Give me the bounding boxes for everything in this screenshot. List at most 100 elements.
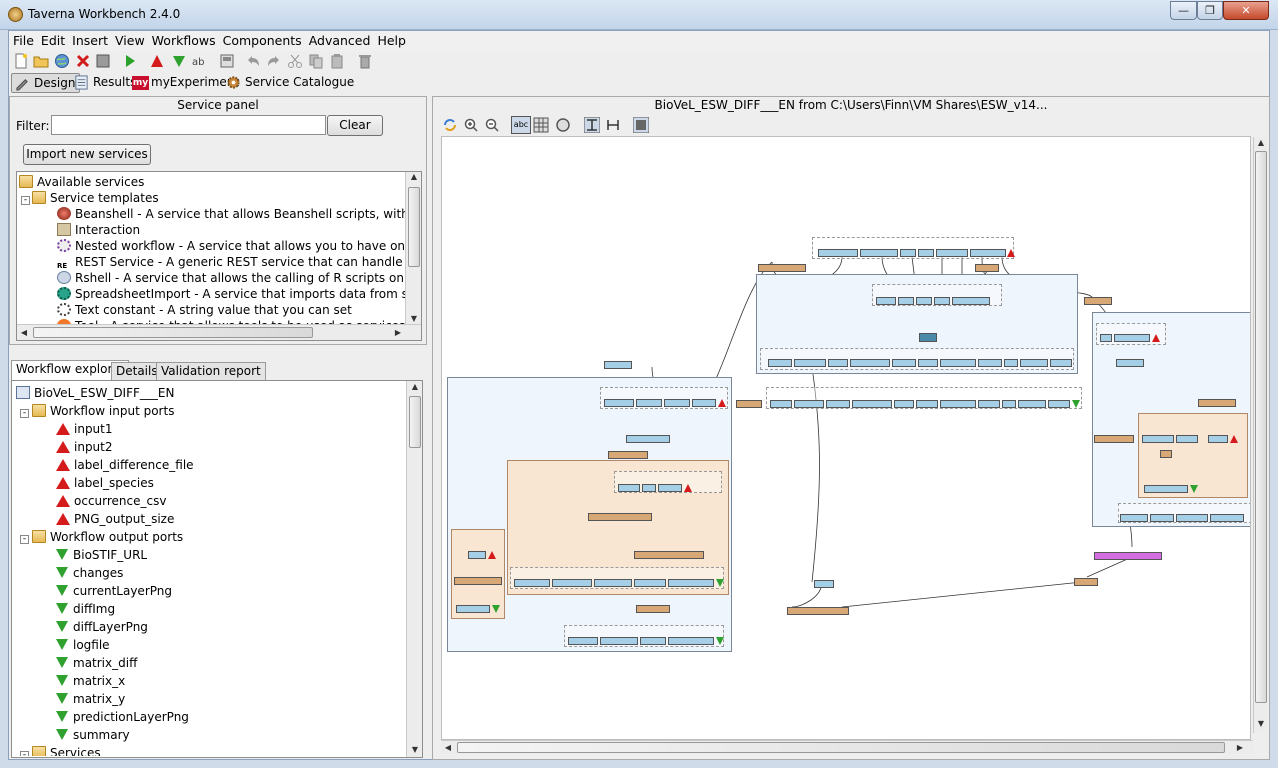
menu-workflows[interactable]: Workflows <box>148 31 219 48</box>
processor-node[interactable] <box>1198 399 1236 407</box>
input-port-node[interactable] <box>658 484 682 492</box>
input-port-node[interactable] <box>1100 334 1112 342</box>
cut-icon[interactable] <box>287 53 303 69</box>
output-port-item[interactable]: matrix_diff <box>56 654 137 672</box>
output-port-item[interactable]: summary <box>56 726 130 744</box>
new-workflow-icon[interactable] <box>13 53 29 69</box>
output-port-node[interactable] <box>1004 359 1018 367</box>
output-port-node[interactable] <box>1150 514 1174 522</box>
scroll-thumb[interactable] <box>1255 151 1267 703</box>
save-icon[interactable] <box>95 53 111 69</box>
explorer-root[interactable]: BioVeL_ESW_DIFF___EN <box>16 384 174 402</box>
input-port-node[interactable] <box>818 249 858 257</box>
processor-node[interactable] <box>1074 578 1098 586</box>
scroll-thumb[interactable] <box>33 327 313 338</box>
input-port-node[interactable] <box>642 484 656 492</box>
processor-node[interactable] <box>736 400 762 408</box>
output-port-node[interactable] <box>918 359 938 367</box>
collapse-icon[interactable]: - <box>20 751 29 756</box>
output-port-item[interactable]: matrix_x <box>56 672 125 690</box>
clear-button[interactable]: Clear <box>327 115 383 136</box>
output-port-node[interactable] <box>916 400 938 408</box>
processor-node[interactable] <box>1094 435 1134 443</box>
output-port-node[interactable] <box>1050 359 1072 367</box>
output-port-item[interactable]: BioSTIF_URL <box>56 546 147 564</box>
input-port-item[interactable]: PNG_output_size <box>56 510 174 528</box>
output-port-node[interactable] <box>894 400 914 408</box>
scroll-thumb[interactable] <box>408 187 420 267</box>
processor-node[interactable] <box>1116 359 1144 367</box>
processor-node[interactable] <box>758 264 806 272</box>
close-button[interactable]: ✕ <box>1223 1 1269 20</box>
copy-icon[interactable] <box>308 53 324 69</box>
input-port-node[interactable] <box>876 297 896 305</box>
processor-node[interactable] <box>975 264 999 272</box>
input-port-node[interactable] <box>636 399 662 407</box>
open-folder-icon[interactable] <box>33 53 49 69</box>
processor-node[interactable] <box>608 451 648 459</box>
output-port-node[interactable] <box>978 400 1000 408</box>
input-port-icon[interactable] <box>149 53 165 69</box>
output-port-node[interactable] <box>1176 514 1208 522</box>
input-port-node[interactable] <box>898 297 914 305</box>
menu-file[interactable]: File <box>9 31 37 48</box>
scroll-right-icon[interactable]: ▶ <box>1235 743 1245 752</box>
input-port-node[interactable] <box>1208 435 1228 443</box>
output-port-node[interactable] <box>634 579 666 587</box>
collapse-icon[interactable]: - <box>21 196 30 205</box>
paste-icon[interactable] <box>329 53 345 69</box>
output-port-node[interactable] <box>940 400 976 408</box>
input-port-node[interactable] <box>604 399 634 407</box>
processor-node[interactable] <box>626 435 670 443</box>
diagram-vscroll[interactable]: ▲ ▼ <box>1253 137 1267 733</box>
processor-node[interactable] <box>1094 552 1162 560</box>
menu-help[interactable]: Help <box>373 31 409 48</box>
input-port-node[interactable] <box>468 551 486 559</box>
input-port-item[interactable]: input2 <box>56 438 113 456</box>
menu-edit[interactable]: Edit <box>37 31 68 48</box>
processor-node[interactable] <box>588 513 652 521</box>
menu-insert[interactable]: Insert <box>68 31 111 48</box>
processor-node[interactable] <box>787 607 849 615</box>
zoom-out-icon[interactable] <box>484 117 500 133</box>
output-port-node[interactable] <box>940 359 976 367</box>
output-port-node[interactable] <box>850 359 890 367</box>
input-port-node[interactable] <box>860 249 898 257</box>
output-port-node[interactable] <box>826 400 850 408</box>
output-port-node[interactable] <box>892 359 916 367</box>
input-port-node[interactable] <box>916 297 932 305</box>
output-port-item[interactable]: logfile <box>56 636 110 654</box>
explorer-input-ports[interactable]: - Workflow input ports <box>20 402 174 420</box>
filter-input[interactable] <box>51 115 326 135</box>
output-port-node[interactable] <box>568 637 598 645</box>
explorer-services[interactable]: - Services <box>20 744 101 756</box>
output-port-item[interactable]: changes <box>56 564 123 582</box>
output-port-node[interactable] <box>1002 400 1016 408</box>
collapse-icon[interactable]: - <box>20 535 29 544</box>
output-port-node[interactable] <box>514 579 550 587</box>
input-port-node[interactable] <box>934 297 950 305</box>
input-port-node[interactable] <box>618 484 640 492</box>
perspective-service-catalogue[interactable]: Service Catalogue <box>223 73 358 93</box>
input-port-node[interactable] <box>952 297 990 305</box>
scroll-up-icon[interactable]: ▲ <box>406 172 421 181</box>
maximize-button[interactable]: ❐ <box>1197 1 1223 20</box>
expand-nested-icon[interactable] <box>633 117 649 133</box>
output-port-node[interactable] <box>852 400 892 408</box>
input-port-node[interactable] <box>664 399 690 407</box>
layout-icon[interactable] <box>219 53 235 69</box>
output-port-node[interactable] <box>794 359 826 367</box>
input-port-node[interactable] <box>900 249 916 257</box>
output-port-node[interactable] <box>552 579 592 587</box>
explorer-output-ports[interactable]: - Workflow output ports <box>20 528 183 546</box>
diagram-canvas[interactable] <box>441 136 1251 740</box>
processor-node[interactable] <box>814 580 834 588</box>
scroll-thumb[interactable] <box>457 742 1225 753</box>
menu-components[interactable]: Components <box>219 31 305 48</box>
output-port-node[interactable] <box>600 637 638 645</box>
service-tree-hscroll[interactable]: ◀ ▶ <box>17 324 421 340</box>
delete-icon[interactable] <box>357 53 373 69</box>
output-port-node[interactable] <box>978 359 1002 367</box>
zoom-in-icon[interactable] <box>463 117 479 133</box>
input-port-node[interactable] <box>936 249 968 257</box>
